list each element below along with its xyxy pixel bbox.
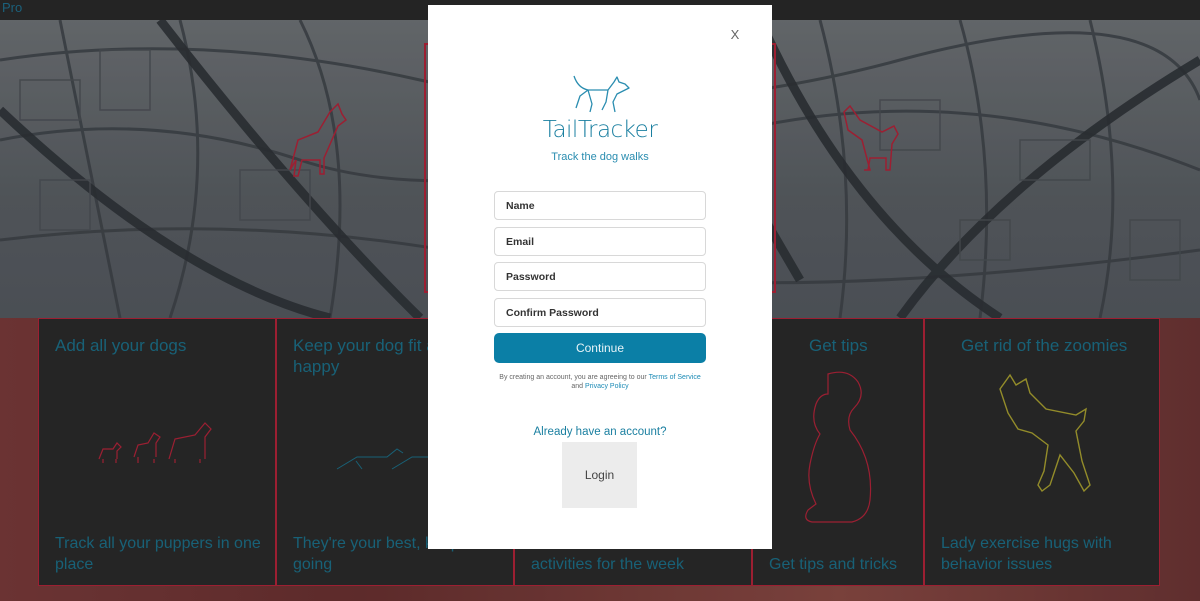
terms-of-service-link[interactable]: Terms of Service <box>649 374 701 381</box>
continue-button[interactable]: Continue <box>494 333 706 363</box>
privacy-policy-link[interactable]: Privacy Policy <box>585 383 629 390</box>
login-button[interactable]: Login <box>562 442 637 508</box>
tailtracker-dog-logo-icon <box>573 75 630 113</box>
close-modal-button[interactable]: X <box>728 26 742 42</box>
confirm-password-input[interactable] <box>494 298 706 327</box>
name-input[interactable] <box>494 191 706 220</box>
password-input[interactable] <box>494 262 706 291</box>
email-input[interactable] <box>494 227 706 256</box>
terms-prefix: By creating an account, you are agreeing… <box>499 374 647 381</box>
terms-and: and <box>571 383 584 390</box>
brand-name: TailTracker <box>542 117 658 143</box>
already-have-account-text[interactable]: Already have an account? <box>428 426 772 438</box>
terms-notice: By creating an account, you are agreeing… <box>494 373 706 391</box>
brand-tagline: Track the dog walks <box>551 151 649 163</box>
